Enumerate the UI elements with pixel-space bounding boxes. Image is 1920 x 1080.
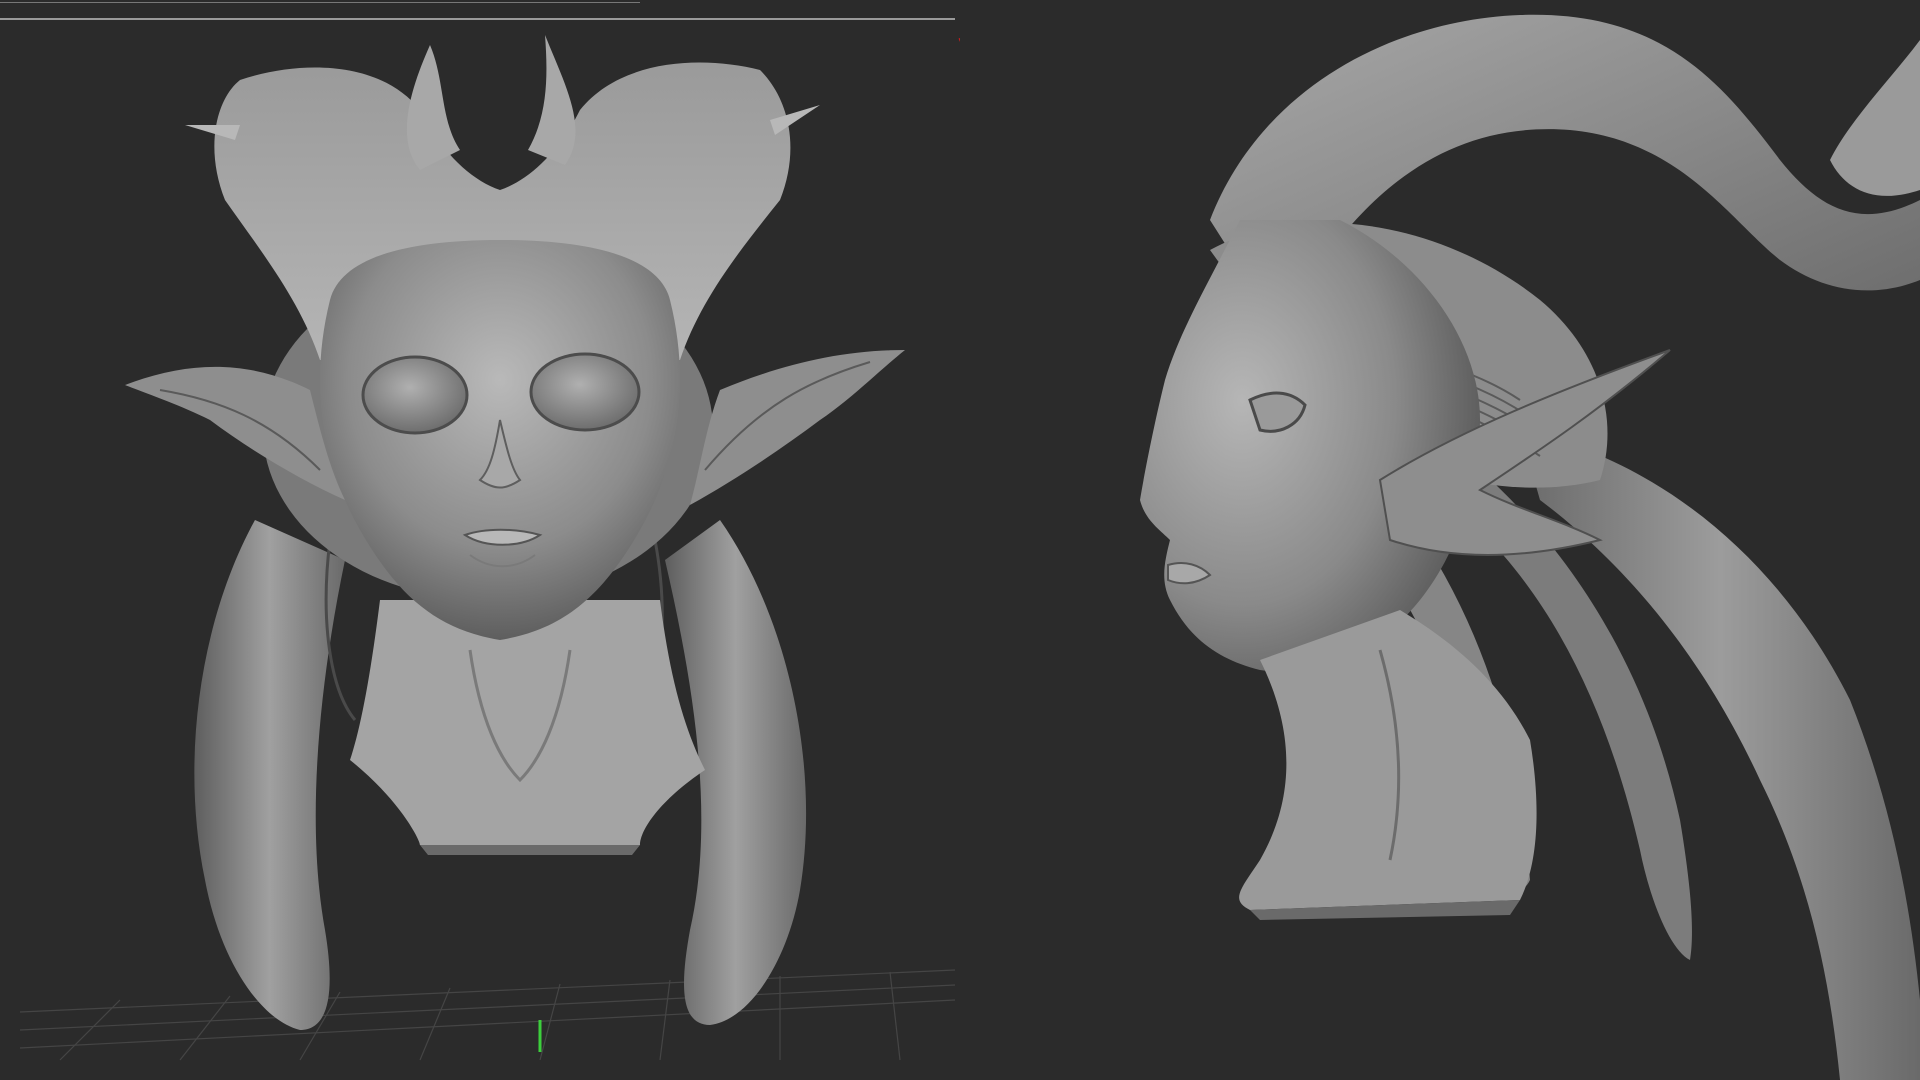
side-neck [1239,610,1537,910]
front-viewport[interactable] [0,0,960,1080]
rotation-gizmo-icon[interactable] [950,8,960,58]
ground-grid [19,969,956,1061]
viewport-title-rule [0,2,640,3]
neck-chest [350,600,705,845]
sculpt-comparison-image [0,0,1920,1080]
front-view-render [19,35,956,1061]
side-tendril-back [1520,430,1920,1080]
right-eye [529,352,641,432]
left-central-horn [406,45,460,170]
left-eye [361,355,469,435]
side-viewport[interactable] [960,0,1920,1080]
right-central-horn [528,35,576,165]
viewport-frame-line [0,18,955,20]
left-tendril [194,520,345,1030]
side-view-render [1140,14,1920,1080]
right-ear [690,350,905,505]
